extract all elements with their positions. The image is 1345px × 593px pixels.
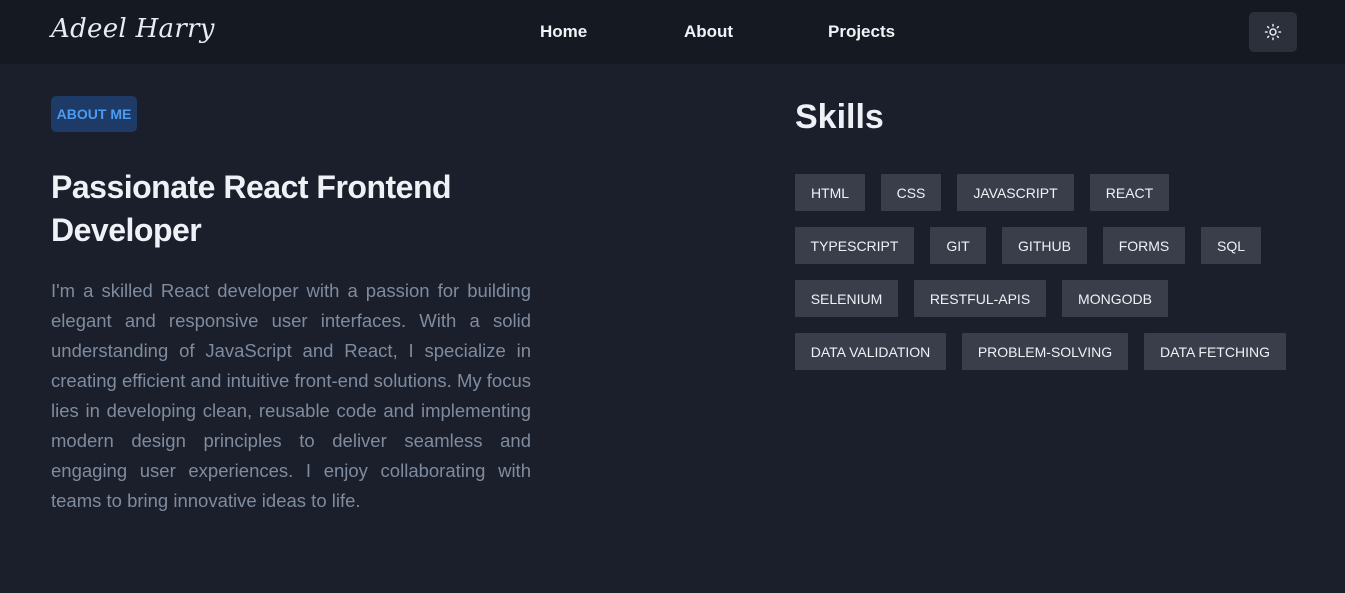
skill-chip: PROBLEM-SOLVING xyxy=(962,333,1128,370)
skill-chip: REACT xyxy=(1090,174,1169,211)
skill-chip: RESTFUL-APIS xyxy=(914,280,1046,317)
skill-chip: FORMS xyxy=(1103,227,1185,264)
skill-chip: JAVASCRIPT xyxy=(957,174,1074,211)
nav-link-home[interactable]: Home xyxy=(540,22,587,42)
sun-icon xyxy=(1264,23,1282,41)
navbar: Adeel Harry Home About Projects xyxy=(0,0,1345,64)
skills-title: Skills xyxy=(795,98,884,136)
nav-link-projects[interactable]: Projects xyxy=(828,22,895,42)
about-headline: Passionate React Frontend Developer xyxy=(51,169,452,248)
skill-chip: DATA FETCHING xyxy=(1144,333,1286,370)
skill-chip: GITHUB xyxy=(1002,227,1087,264)
skill-chip: MONGODB xyxy=(1062,280,1168,317)
skill-chip: DATA VALIDATION xyxy=(795,333,946,370)
skill-chip: CSS xyxy=(881,174,941,211)
skill-chip: HTML xyxy=(795,174,865,211)
skill-chip: TYPESCRIPT xyxy=(795,227,914,264)
brand-logo[interactable]: Adeel Harry xyxy=(51,14,215,44)
skill-chip: SQL xyxy=(1201,227,1261,264)
theme-toggle-button[interactable] xyxy=(1249,12,1297,52)
about-bio: I'm a skilled React developer with a pas… xyxy=(51,280,531,511)
skill-chip: SELENIUM xyxy=(795,280,898,317)
about-me-badge: ABOUT ME xyxy=(51,96,137,132)
nav-link-about[interactable]: About xyxy=(684,22,733,42)
skill-chip: GIT xyxy=(930,227,986,264)
